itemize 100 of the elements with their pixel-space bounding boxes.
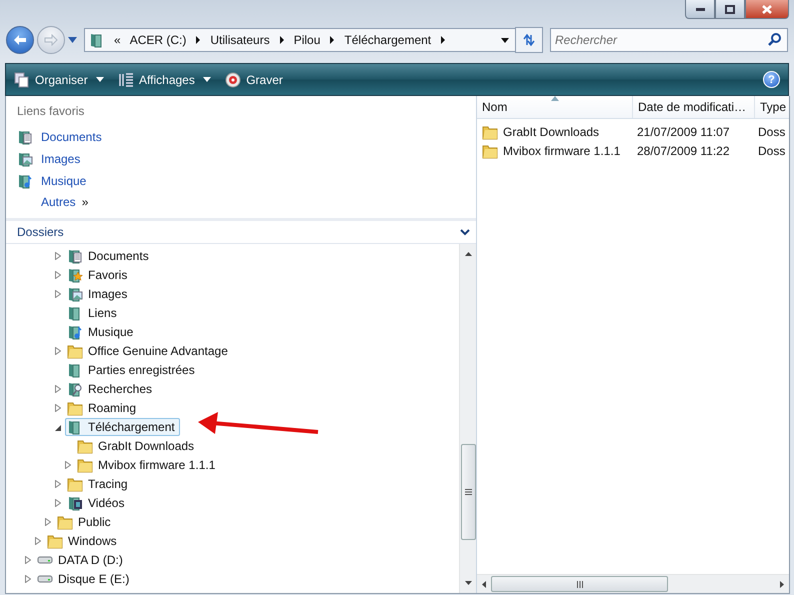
folder-icon	[57, 514, 73, 530]
favorite-link[interactable]: Musique	[41, 174, 86, 188]
picture-folder-icon	[67, 286, 83, 302]
collapse-arrow-icon[interactable]	[55, 422, 61, 430]
tree-item[interactable]: Images	[65, 284, 132, 302]
favorite-link[interactable]: Documents	[41, 130, 102, 144]
scrollbar-thumb[interactable]	[461, 444, 476, 540]
toolbar-button[interactable]: Affichages	[118, 72, 212, 88]
tree-item[interactable]: Liens	[65, 304, 122, 322]
expand-arrow-icon[interactable]	[55, 384, 61, 392]
tree-item[interactable]: Tracing	[65, 474, 133, 492]
close-icon[interactable]	[762, 4, 772, 14]
favorite-link[interactable]: Images	[41, 152, 80, 166]
film-folder-icon	[67, 494, 83, 510]
refresh-icon[interactable]	[522, 33, 536, 47]
expand-arrow-icon[interactable]	[55, 404, 61, 412]
folder-icon	[482, 142, 498, 158]
expand-arrow-icon[interactable]	[55, 270, 61, 278]
tree-item[interactable]: Office Genuine Advantage	[65, 342, 233, 360]
folder-icon	[67, 342, 83, 358]
back-button[interactable]	[6, 26, 34, 54]
tree-item[interactable]: GrabIt Downloads	[75, 436, 200, 454]
tree-item[interactable]: DATA D (D:)	[35, 550, 128, 568]
toolbar-button[interactable]: Organiser	[14, 72, 104, 88]
scroll-down-icon[interactable]	[464, 581, 472, 585]
music-folder-icon	[17, 173, 33, 189]
maximize-icon[interactable]	[725, 4, 735, 14]
minimize-button[interactable]	[685, 0, 715, 19]
caret-icon	[96, 77, 104, 82]
history-caret-icon[interactable]	[68, 37, 77, 43]
column-header[interactable]: Type	[755, 96, 789, 118]
separator-icon	[278, 36, 285, 44]
expand-arrow-icon[interactable]	[55, 346, 61, 354]
search-field[interactable]: Rechercher	[550, 28, 788, 52]
tree-item[interactable]: Roaming	[65, 398, 142, 416]
overflow-chevron[interactable]: «	[114, 33, 121, 47]
expand-arrow-icon[interactable]	[25, 556, 31, 564]
folders-header[interactable]: Dossiers	[6, 218, 476, 244]
folder-icon	[47, 532, 63, 548]
tree-item[interactable]: Téléchargement	[65, 418, 180, 436]
file-name[interactable]: GrabIt Downloads	[503, 124, 600, 138]
expand-arrow-icon[interactable]	[55, 252, 61, 260]
expand-arrow-icon[interactable]	[45, 518, 51, 526]
expand-arrow-icon[interactable]	[55, 498, 61, 506]
tree-item[interactable]: Documents	[65, 246, 154, 264]
tree-item[interactable]: Vidéos	[65, 494, 130, 512]
more-link[interactable]: Autres	[41, 195, 76, 209]
scroll-up-icon[interactable]	[464, 252, 472, 256]
tree-item[interactable]: Disque E (E:)	[35, 570, 134, 588]
dropdown-caret-icon[interactable]	[501, 38, 509, 42]
tree-item[interactable]: Parties enregistrées	[65, 360, 200, 378]
minimize-icon[interactable]	[696, 8, 704, 10]
scroll-left-icon[interactable]	[482, 580, 486, 588]
breadcrumb[interactable]: ACER (C:)	[130, 33, 186, 47]
tree-item[interactable]: Favoris	[65, 266, 132, 284]
table-cell-text: 28/07/2009 11:22	[636, 144, 731, 158]
collapse-chevron-icon[interactable]	[460, 228, 470, 236]
toolbar-button[interactable]: Graver	[225, 72, 283, 88]
left-arrow-icon[interactable]	[13, 34, 27, 46]
breadcrumb[interactable]: Téléchargement	[344, 33, 432, 47]
tree-item[interactable]: Recherches	[65, 380, 158, 398]
expand-arrow-icon[interactable]	[55, 290, 61, 298]
close-button[interactable]	[745, 0, 789, 19]
document-folder-icon	[17, 129, 33, 145]
expand-arrow-icon[interactable]	[35, 536, 41, 544]
column-header[interactable]: Nom	[477, 96, 633, 118]
column-header[interactable]: Date de modificati…	[633, 96, 755, 118]
tree-item[interactable]: Musique	[65, 322, 138, 340]
table-cell-text: 21/07/2009 11:07	[636, 124, 731, 138]
folder-icon	[77, 456, 93, 472]
address-bar[interactable]: « ACER (C:) Utilisateurs Pilou Téléchargement	[84, 28, 516, 52]
section-title: Liens favoris	[17, 104, 86, 118]
breadcrumb[interactable]: Pilou	[294, 33, 320, 47]
list-view-icon	[118, 72, 134, 88]
table-cell-text: Doss	[757, 124, 786, 138]
sort-arrow-icon	[550, 96, 558, 101]
scroll-right-icon[interactable]	[780, 580, 784, 588]
search-icon[interactable]	[767, 32, 783, 48]
refresh-button[interactable]	[515, 27, 543, 53]
search-folder-icon	[67, 380, 83, 396]
picture-folder-icon	[17, 151, 33, 167]
caret-icon	[203, 77, 212, 82]
scrollbar[interactable]	[477, 574, 789, 593]
chevron-icon[interactable]: »	[82, 195, 88, 209]
pages-icon	[14, 72, 30, 88]
maximize-button[interactable]	[715, 0, 745, 19]
folder-icon	[67, 400, 83, 416]
file-name[interactable]: Mvibox firmware 1.1.1	[503, 144, 620, 158]
separator-icon	[440, 36, 446, 44]
document-folder-icon	[67, 248, 83, 264]
breadcrumb[interactable]: Utilisateurs	[210, 33, 270, 47]
scrollbar[interactable]	[459, 244, 476, 593]
tree-item[interactable]: Public	[55, 512, 116, 530]
tree-item[interactable]: Mvibox firmware 1.1.1	[75, 456, 220, 474]
expand-arrow-icon[interactable]	[65, 460, 71, 468]
scrollbar-thumb[interactable]	[491, 576, 668, 592]
tree-item[interactable]: Windows	[45, 532, 122, 550]
separator-icon	[195, 36, 202, 44]
expand-arrow-icon[interactable]	[25, 574, 31, 582]
expand-arrow-icon[interactable]	[55, 480, 61, 488]
